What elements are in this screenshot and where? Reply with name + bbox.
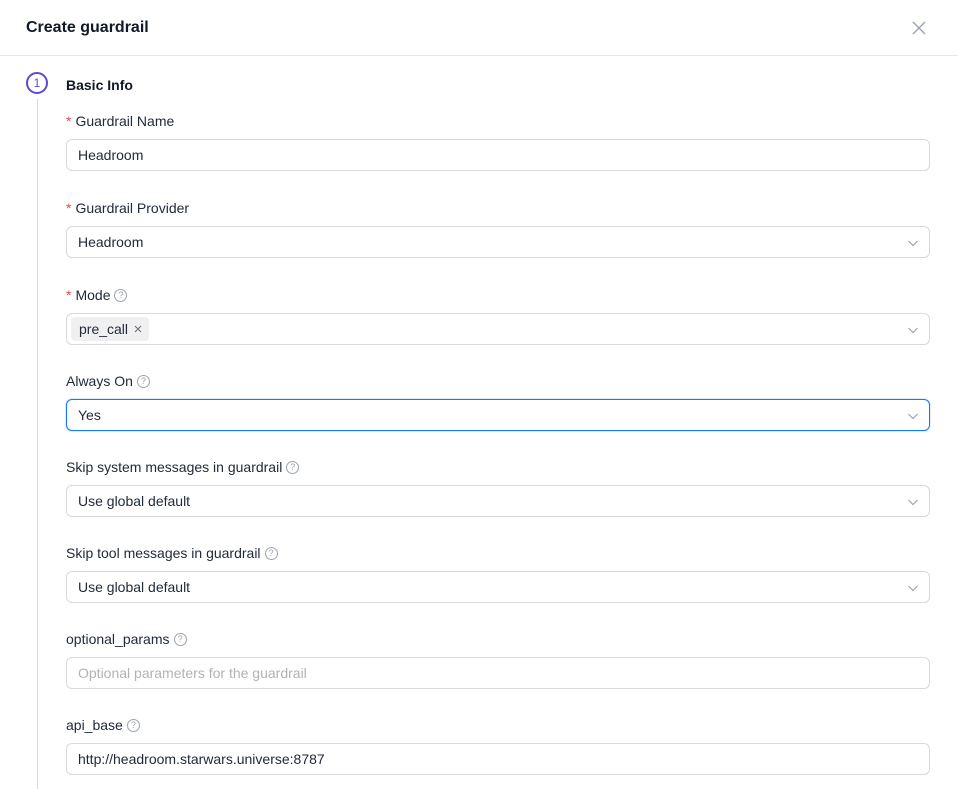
help-icon[interactable]: ? xyxy=(264,546,278,560)
required-mark: * xyxy=(66,113,72,129)
skip-tool-messages-label: Skip tool messages in guardrail ? xyxy=(66,543,278,563)
guardrail-name-label: * Guardrail Name xyxy=(66,113,175,129)
guardrail-provider-label: * Guardrail Provider xyxy=(66,200,190,216)
always-on-label: Always On ? xyxy=(66,371,150,391)
help-icon[interactable]: ? xyxy=(286,460,300,474)
remove-tag-icon[interactable] xyxy=(133,324,143,334)
help-icon[interactable]: ? xyxy=(136,374,150,388)
chevron-down-icon xyxy=(908,413,918,420)
api-base-input[interactable]: http://headroom.starwars.universe:8787 xyxy=(66,743,930,775)
chevron-down-icon xyxy=(908,499,918,506)
mode-label: * Mode ? xyxy=(66,285,128,305)
chevron-down-icon xyxy=(908,585,918,592)
always-on-select[interactable]: Yes xyxy=(66,399,930,431)
help-icon[interactable]: ? xyxy=(173,632,187,646)
mode-tag: pre_call xyxy=(71,317,150,341)
optional-params-label: optional_params ? xyxy=(66,629,187,649)
guardrail-name-input[interactable]: Headroom xyxy=(66,139,930,171)
help-icon[interactable]: ? xyxy=(114,288,128,302)
dialog-title: Create guardrail xyxy=(26,19,149,36)
step-number: 1 xyxy=(26,72,48,94)
dialog-header: Create guardrail xyxy=(0,0,958,56)
help-icon[interactable]: ? xyxy=(126,718,140,732)
guardrail-provider-select[interactable]: Headroom xyxy=(66,226,930,258)
close-icon[interactable] xyxy=(910,19,928,37)
skip-system-messages-select[interactable]: Use global default xyxy=(66,485,930,517)
required-mark: * xyxy=(66,287,72,303)
skip-system-messages-label: Skip system messages in guardrail ? xyxy=(66,457,300,477)
step-connector-line xyxy=(37,99,38,789)
chevron-down-icon xyxy=(908,327,918,334)
api-base-label: api_base ? xyxy=(66,715,140,735)
required-mark: * xyxy=(66,200,72,216)
skip-tool-messages-select[interactable]: Use global default xyxy=(66,571,930,603)
optional-params-input[interactable]: Optional parameters for the guardrail xyxy=(66,657,930,689)
step-title: Basic Info xyxy=(66,77,133,93)
mode-multiselect[interactable]: pre_call xyxy=(66,313,930,345)
chevron-down-icon xyxy=(908,240,918,247)
